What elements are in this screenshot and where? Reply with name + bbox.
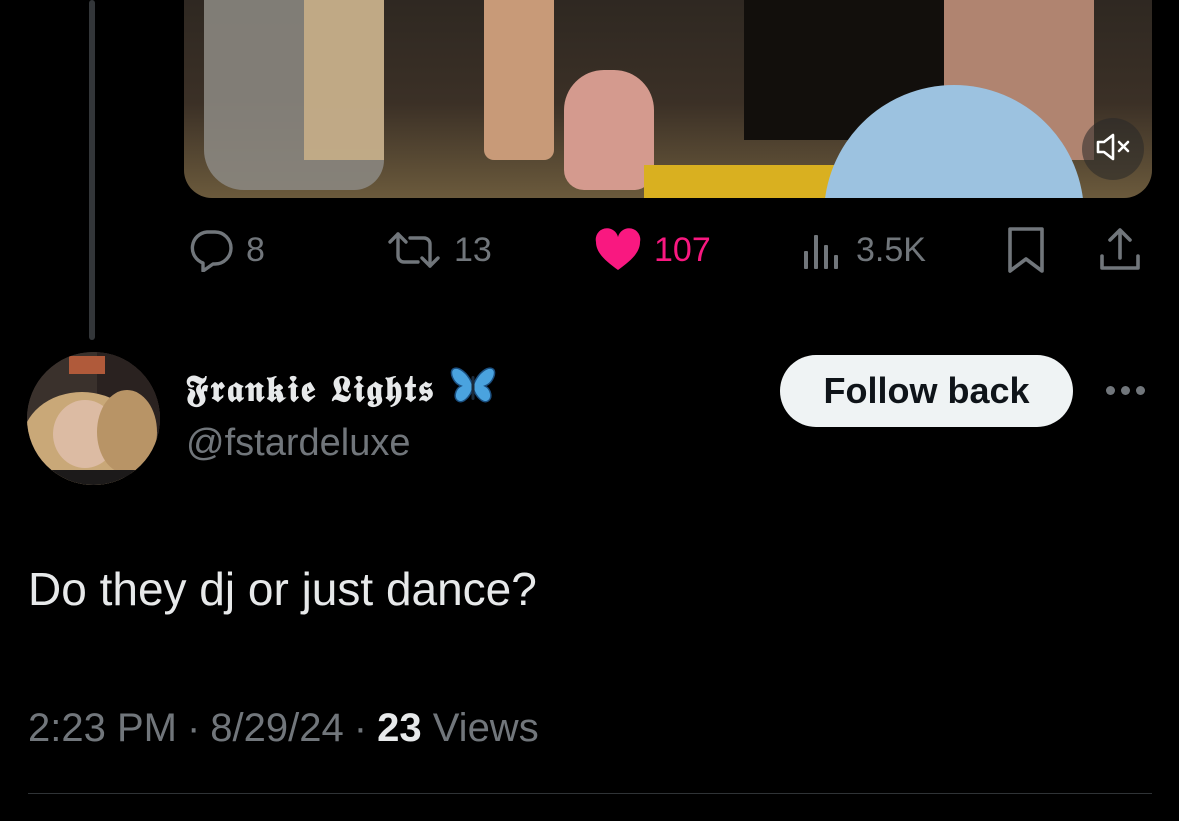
thread-connector-line (89, 0, 95, 340)
tweet-action-bar: 8 13 107 3.5K (184, 222, 1152, 278)
more-dot (1105, 385, 1115, 395)
butterfly-icon (450, 366, 496, 413)
reply-button[interactable]: 8 (188, 222, 265, 278)
like-count: 107 (654, 230, 711, 269)
meta-separator: · (353, 706, 368, 750)
tweet-date[interactable]: 8/29/24 (210, 706, 343, 751)
more-dot (1120, 385, 1130, 395)
bookmark-icon (1006, 226, 1046, 274)
video-figure-left-arm (304, 0, 384, 160)
follow-back-button[interactable]: Follow back (780, 355, 1073, 427)
author-handle[interactable]: @fstardeluxe (186, 422, 410, 465)
speaker-muted-icon (1095, 131, 1131, 168)
share-button[interactable] (1098, 222, 1142, 278)
repost-icon (386, 228, 442, 272)
mute-button[interactable] (1082, 118, 1144, 180)
views-button[interactable]: 3.5K (802, 222, 926, 278)
author-display-name[interactable]: 𝕱𝖗𝖆𝖓𝖐𝖎𝖊 𝕷𝖎𝖌𝖍𝖙𝖘 (186, 368, 436, 411)
more-icon[interactable] (1100, 372, 1150, 408)
views-link[interactable]: 23 Views (377, 706, 539, 751)
tweet-views-count: 23 (377, 706, 422, 750)
video-media[interactable] (184, 0, 1152, 198)
video-hand (564, 70, 654, 190)
tweet-time[interactable]: 2:23 PM (28, 706, 177, 751)
heart-icon (594, 228, 642, 272)
reply-count: 8 (246, 230, 265, 269)
avatar[interactable] (27, 352, 160, 485)
repost-button[interactable]: 13 (386, 222, 492, 278)
views-count: 3.5K (856, 230, 926, 269)
tweet-text: Do they dj or just dance? (28, 563, 537, 615)
like-button[interactable]: 107 (594, 222, 711, 278)
tweet-metadata: 2:23 PM · 8/29/24 · 23 Views (28, 706, 539, 751)
avatar-image (27, 352, 160, 485)
reply-icon (188, 228, 234, 272)
repost-count: 13 (454, 230, 492, 269)
author-name-row[interactable]: 𝕱𝖗𝖆𝖓𝖐𝖎𝖊 𝕷𝖎𝖌𝖍𝖙𝖘 (186, 366, 496, 413)
tweet-views-label: Views (432, 706, 539, 750)
video-figure-leg (484, 0, 554, 160)
share-icon (1098, 226, 1142, 274)
bookmark-button[interactable] (1006, 222, 1046, 278)
meta-separator: · (186, 706, 201, 750)
more-dot (1135, 385, 1145, 395)
analytics-icon (802, 229, 844, 271)
divider (28, 793, 1152, 794)
